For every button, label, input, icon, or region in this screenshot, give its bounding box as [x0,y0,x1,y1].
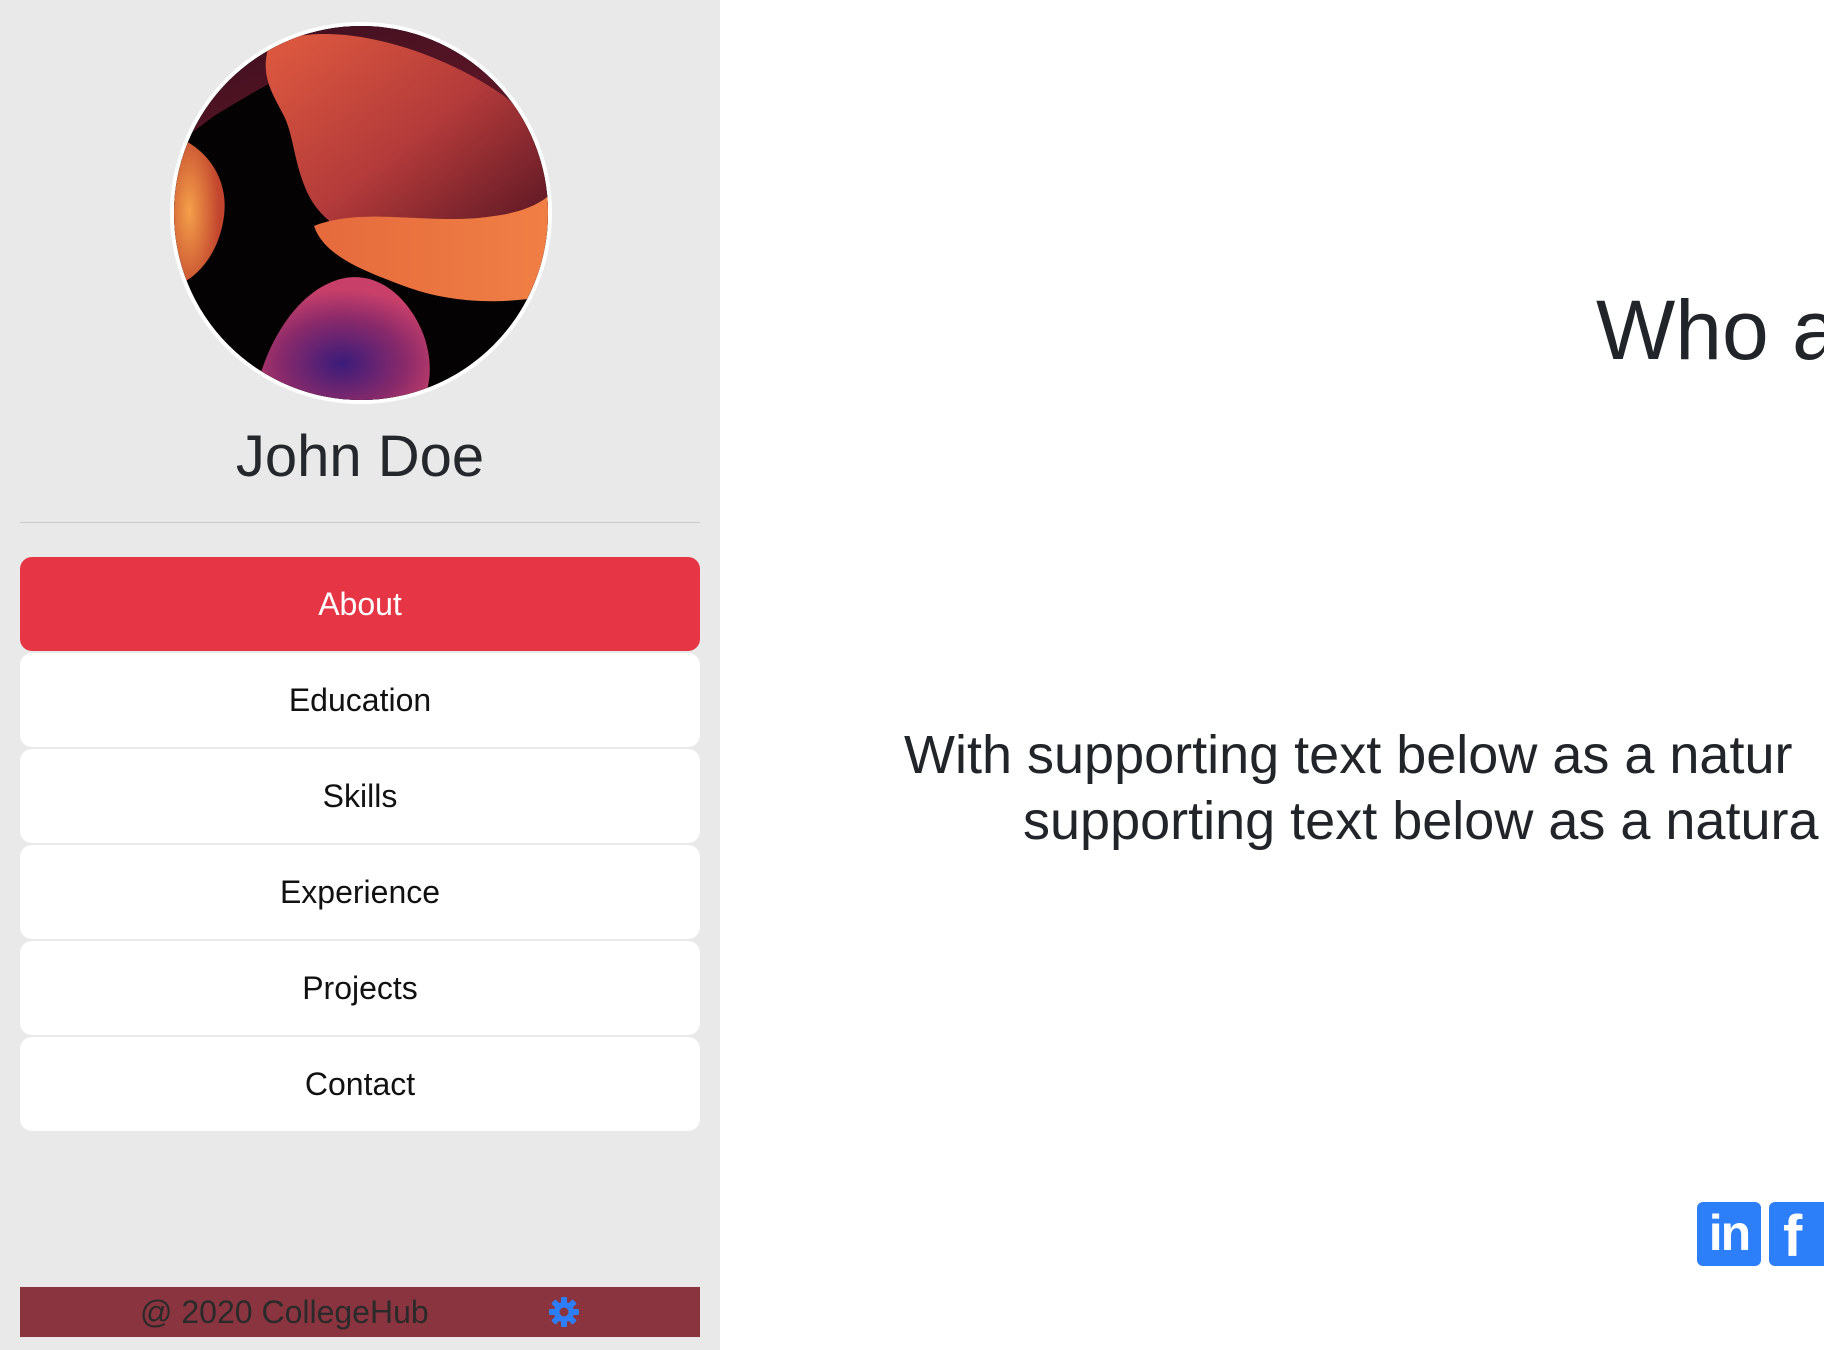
nav-item-contact[interactable]: Contact [20,1037,700,1131]
footer-copyright: @ 2020 CollegeHub [140,1294,429,1330]
nav-item-skills[interactable]: Skills [20,749,700,843]
intro-text-line-2: supporting text below as a natura [1023,791,1819,851]
page-title: Who a [1596,283,1824,377]
nav-item-about[interactable]: About [20,557,700,651]
sidebar-footer: @ 2020 CollegeHub [20,1287,700,1337]
nav-item-experience[interactable]: Experience [20,845,700,939]
nav-item-education[interactable]: Education [20,653,700,747]
page: John Doe About Education Skills Experien… [0,0,1824,1350]
linkedin-label: in [1708,1205,1751,1261]
sidebar-divider [20,522,700,523]
sidebar: John Doe About Education Skills Experien… [0,0,720,1350]
facebook-label: f [1783,1204,1803,1269]
nav-item-projects[interactable]: Projects [20,941,700,1035]
profile-name: John Doe [235,424,485,489]
facebook-icon[interactable]: f [1769,1202,1824,1269]
intro-text-line-1: With supporting text below as a natur [904,725,1793,785]
avatar-image [174,26,548,400]
avatar [170,22,552,404]
gear-icon[interactable] [548,1296,580,1328]
sidebar-nav: About Education Skills Experience Projec… [20,557,700,1133]
linkedin-icon[interactable]: in [1697,1202,1761,1266]
